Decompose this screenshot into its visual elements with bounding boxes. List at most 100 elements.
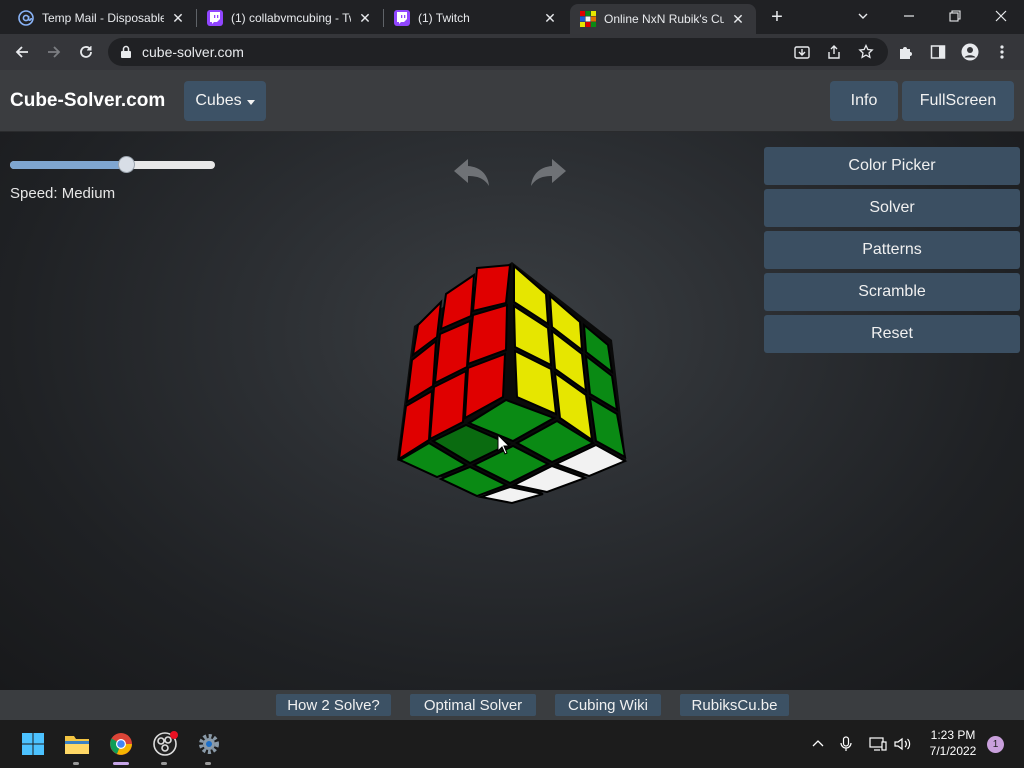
share-button[interactable] xyxy=(824,42,844,62)
star-icon xyxy=(858,44,874,59)
download-icon xyxy=(794,46,810,59)
minimize-icon xyxy=(904,15,914,17)
rubik-icon xyxy=(580,11,596,27)
install-app-button[interactable] xyxy=(792,42,812,62)
tab-title: (1) Twitch xyxy=(418,11,470,25)
menu-button[interactable] xyxy=(992,42,1012,62)
footer-link-rubikscube[interactable]: RubiksCu.be xyxy=(680,694,789,716)
running-indicator xyxy=(205,762,211,765)
speed-label: Speed: Medium xyxy=(10,185,116,202)
running-indicator xyxy=(161,762,167,765)
color-picker-button[interactable]: Color Picker xyxy=(764,147,1020,185)
at-icon xyxy=(18,10,34,26)
volume-button[interactable] xyxy=(893,734,913,754)
network-icon xyxy=(869,737,887,751)
windows-logo-icon xyxy=(22,733,44,755)
arrow-left-icon xyxy=(15,46,28,58)
notification-badge[interactable]: 1 xyxy=(987,736,1004,753)
chrome-button[interactable] xyxy=(107,730,135,758)
extensions-button[interactable] xyxy=(896,42,916,62)
running-indicator xyxy=(73,762,79,765)
tab-title: (1) collabvmcubing - Tw xyxy=(231,11,351,25)
share-icon xyxy=(828,45,840,59)
reload-button[interactable] xyxy=(72,38,100,66)
puzzle-icon xyxy=(900,47,912,59)
url-text: cube-solver.com xyxy=(142,44,244,60)
patterns-button[interactable]: Patterns xyxy=(764,231,1020,269)
microphone-icon xyxy=(840,736,852,751)
solver-button[interactable]: Solver xyxy=(764,189,1020,227)
info-button[interactable]: Info xyxy=(830,81,898,121)
speed-slider-handle[interactable] xyxy=(117,156,135,173)
cubes-dropdown-button[interactable]: Cubes xyxy=(184,81,266,121)
speaker-icon xyxy=(894,737,911,751)
speed-slider[interactable] xyxy=(10,156,215,173)
page-content: Cube-Solver.com Cubes Info FullScreen Sp… xyxy=(0,70,1024,690)
bookmark-button[interactable] xyxy=(856,42,876,62)
microphone-button[interactable] xyxy=(836,734,856,754)
twitch-icon xyxy=(394,10,410,26)
minimize-button[interactable] xyxy=(886,4,932,30)
windows-taskbar: 1:23 PM 7/1/2022 1 xyxy=(0,720,1024,768)
kebab-menu-icon xyxy=(1000,45,1004,59)
obs-icon xyxy=(153,731,178,756)
folder-icon xyxy=(65,736,89,754)
reset-button[interactable]: Reset xyxy=(764,315,1020,353)
profile-button[interactable] xyxy=(960,42,980,62)
restore-icon xyxy=(949,10,961,22)
undo-button[interactable] xyxy=(452,156,492,190)
site-footer: How 2 Solve? Optimal Solver Cubing Wiki … xyxy=(0,690,1024,720)
file-explorer-button[interactable] xyxy=(63,730,91,758)
site-brand[interactable]: Cube-Solver.com xyxy=(10,90,165,112)
settings-button[interactable] xyxy=(195,730,223,758)
rubiks-cube-3d[interactable] xyxy=(390,255,640,515)
browser-toolbar: cube-solver.com xyxy=(0,34,1024,70)
window-close-button[interactable] xyxy=(978,4,1024,30)
network-button[interactable] xyxy=(868,734,888,754)
tab-search-button[interactable] xyxy=(840,4,886,30)
tab-twitch[interactable]: (1) Twitch ✕ xyxy=(384,4,568,32)
close-icon[interactable]: ✕ xyxy=(357,10,373,27)
footer-link-optimal-solver[interactable]: Optimal Solver xyxy=(410,694,536,716)
close-icon[interactable]: ✕ xyxy=(170,10,186,27)
side-panel-button[interactable] xyxy=(928,42,948,62)
footer-link-how-to-solve[interactable]: How 2 Solve? xyxy=(276,694,391,716)
undo-arrow-icon xyxy=(454,159,489,186)
tab-strip: Temp Mail - Disposable ✕ (1) collabvmcub… xyxy=(0,0,1024,34)
redo-button[interactable] xyxy=(528,156,568,190)
scramble-button[interactable]: Scramble xyxy=(764,273,1020,311)
start-button[interactable] xyxy=(19,730,47,758)
tab-temp-mail[interactable]: Temp Mail - Disposable ✕ xyxy=(8,4,196,32)
close-icon[interactable]: ✕ xyxy=(542,10,558,27)
clock-time: 1:23 PM xyxy=(930,728,976,742)
clock-date: 7/1/2022 xyxy=(929,744,977,758)
speed-slider-fill xyxy=(10,161,127,169)
forward-button[interactable] xyxy=(40,38,68,66)
tab-title: Online NxN Rubik's Cu xyxy=(604,12,724,26)
arrow-right-icon xyxy=(48,46,61,58)
close-icon[interactable]: ✕ xyxy=(730,11,746,28)
tab-rubiks-cube[interactable]: Online NxN Rubik's Cu ✕ xyxy=(570,4,756,34)
site-navbar: Cube-Solver.com Cubes Info FullScreen xyxy=(0,70,1024,132)
new-tab-button[interactable]: + xyxy=(766,6,788,28)
fullscreen-button[interactable]: FullScreen xyxy=(902,81,1014,121)
gear-icon xyxy=(199,734,219,754)
back-button[interactable] xyxy=(8,38,36,66)
address-bar[interactable]: cube-solver.com xyxy=(108,38,888,66)
side-panel-icon xyxy=(930,45,946,59)
obs-button[interactable] xyxy=(151,730,179,758)
avatar-icon xyxy=(961,43,979,61)
restore-button[interactable] xyxy=(932,4,978,30)
tab-collabvmcubing[interactable]: (1) collabvmcubing - Tw ✕ xyxy=(197,4,383,32)
footer-link-cubing-wiki[interactable]: Cubing Wiki xyxy=(555,694,661,716)
chevron-down-icon xyxy=(858,13,868,19)
tab-title: Temp Mail - Disposable xyxy=(42,11,164,25)
cubes-label: Cubes xyxy=(195,92,242,109)
system-clock[interactable]: 1:23 PM 7/1/2022 xyxy=(918,727,988,759)
active-indicator xyxy=(113,762,129,765)
twitch-icon xyxy=(207,10,223,26)
caret-down-icon xyxy=(246,99,255,105)
reload-icon xyxy=(80,46,92,58)
show-hidden-icons-button[interactable] xyxy=(808,734,828,754)
redo-arrow-icon xyxy=(531,159,566,186)
